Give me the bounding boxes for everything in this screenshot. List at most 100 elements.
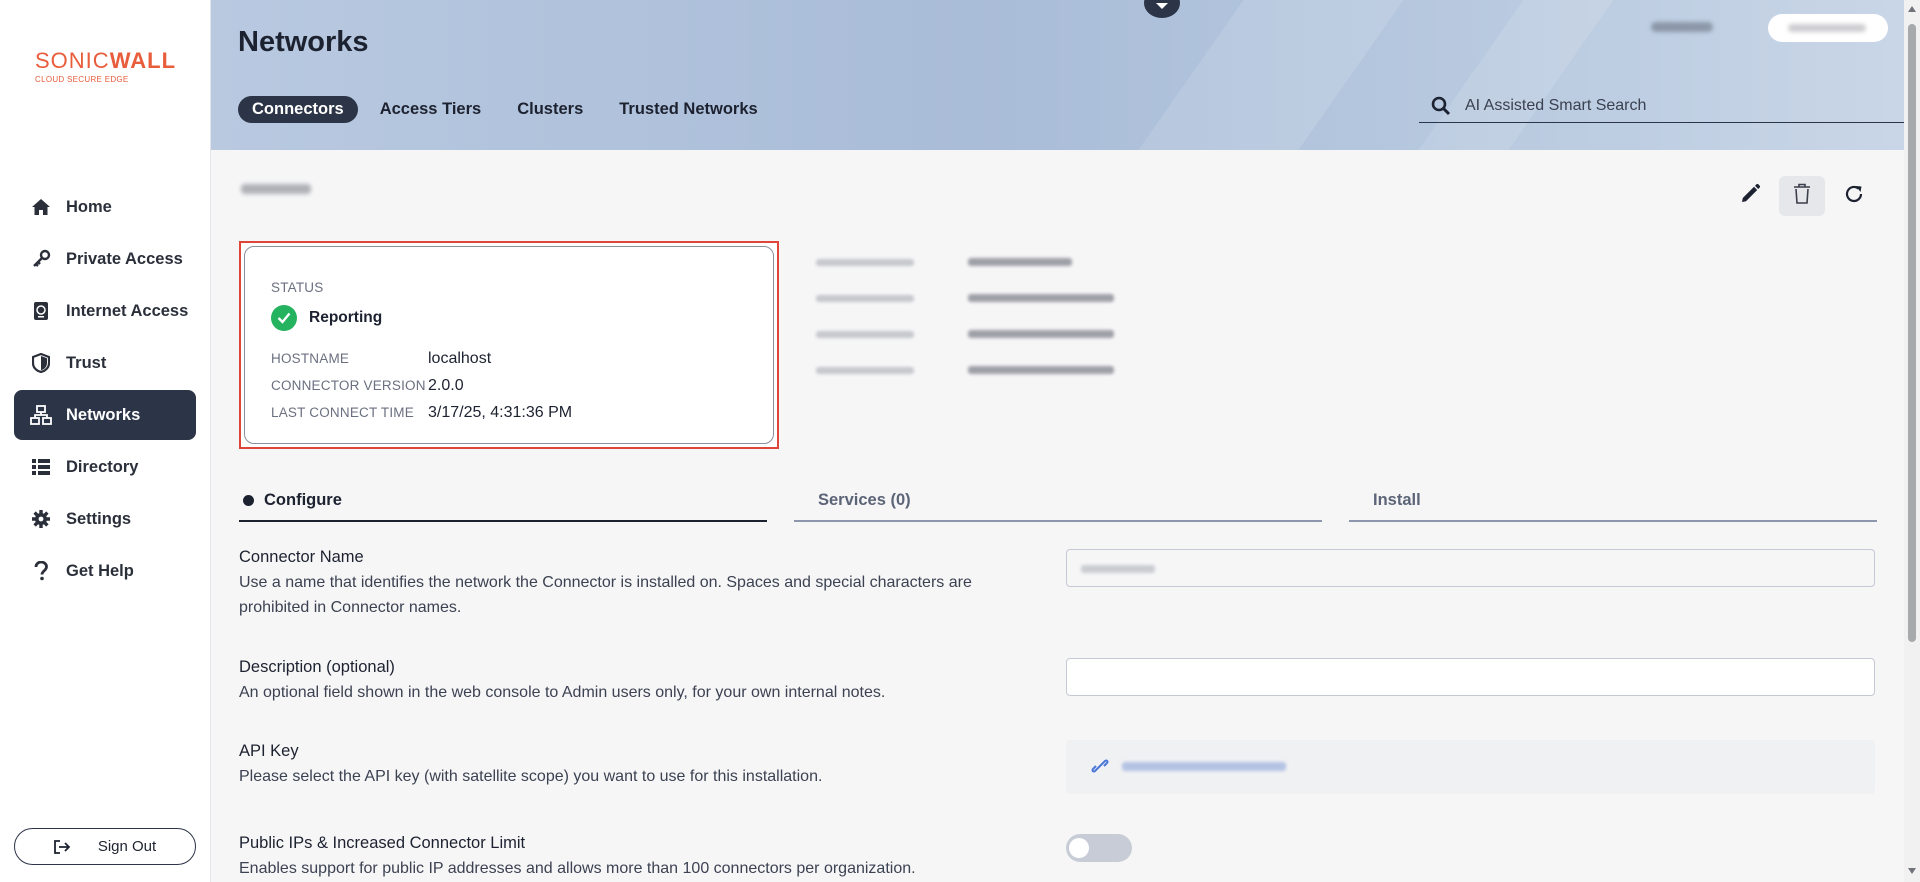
question-icon (30, 560, 52, 582)
globe-tablet-icon (30, 300, 52, 322)
tab-clusters[interactable]: Clusters (503, 96, 597, 123)
hostname-label: HOSTNAME (271, 351, 350, 366)
refresh-icon (1843, 183, 1865, 210)
header-collapse-toggle[interactable] (1144, 0, 1180, 18)
sidebar: SONICWALL CLOUD SECURE EDGE Home Private… (0, 0, 211, 882)
sidebar-item-networks[interactable]: Networks (14, 390, 196, 440)
tab-services[interactable]: Services (0) (794, 480, 1322, 522)
sign-out-icon (53, 839, 70, 854)
tab-label: Services (0) (818, 490, 911, 509)
user-name-redacted (1788, 24, 1866, 32)
sidebar-item-internet-access[interactable]: Internet Access (14, 286, 196, 336)
last-connect-label: LAST CONNECT TIME (271, 405, 414, 420)
sidebar-item-trust[interactable]: Trust (14, 338, 196, 388)
page-scrollbar[interactable] (1904, 0, 1920, 882)
sidebar-item-label: Trust (66, 353, 107, 372)
status-card: STATUS Reporting HOSTNAME localhost CONN… (239, 241, 779, 449)
page-title: Networks (238, 26, 369, 58)
connector-actions (1721, 176, 1877, 216)
user-menu[interactable] (1768, 14, 1888, 42)
api-key-description: Please select the API key (with satellit… (239, 768, 823, 785)
sidebar-nav: Home Private Access Internet Access Trus… (14, 182, 196, 598)
connector-name-field[interactable] (1066, 549, 1875, 587)
connector-version-row: CONNECTOR VERSION 2.0.0 (271, 377, 464, 395)
meta-key (816, 258, 914, 266)
sidebar-item-directory[interactable]: Directory (14, 442, 196, 492)
pencil-icon (1739, 183, 1761, 210)
link-icon (1090, 758, 1110, 779)
sonicwall-logo[interactable]: SONICWALL CLOUD SECURE EDGE (35, 48, 176, 84)
connector-version-value: 2.0.0 (428, 377, 464, 394)
connector-title-redacted (241, 184, 311, 194)
api-key-name-redacted (1122, 762, 1286, 771)
header-tabs: Connectors Access Tiers Clusters Trusted… (238, 96, 780, 123)
sign-out-label: Sign Out (97, 838, 157, 855)
status-row: Reporting (271, 305, 382, 331)
connector-name-redacted (1081, 565, 1155, 573)
edit-button[interactable] (1727, 176, 1773, 216)
meta-value (968, 294, 1114, 302)
home-icon (30, 196, 52, 218)
last-connect-value: 3/17/25, 4:31:36 PM (428, 404, 573, 421)
connector-name-title: Connector Name (239, 548, 364, 566)
scroll-up-arrow-icon[interactable] (1908, 6, 1916, 12)
sidebar-item-home[interactable]: Home (14, 182, 196, 232)
org-name-redacted (1651, 22, 1713, 32)
meta-value (968, 330, 1114, 338)
meta-key (816, 330, 914, 338)
connector-version-label: CONNECTOR VERSION (271, 378, 426, 393)
connector-name-description: Use a name that identifies the network t… (239, 574, 972, 616)
meta-value (968, 258, 1072, 266)
delete-button[interactable] (1779, 176, 1825, 216)
search-icon (1431, 96, 1451, 116)
public-ips-title: Public IPs & Increased Connector Limit (239, 834, 526, 852)
active-dot-icon (243, 494, 254, 506)
page-header: Networks Connectors Access Tiers Cluster… (211, 0, 1904, 150)
sidebar-item-get-help[interactable]: Get Help (14, 546, 196, 596)
description-title: Description (optional) (239, 658, 395, 676)
public-ips-toggle[interactable] (1066, 834, 1132, 862)
gear-icon (30, 508, 52, 530)
hostname-row: HOSTNAME localhost (271, 350, 491, 368)
sidebar-item-label: Private Access (66, 249, 183, 268)
meta-key (816, 294, 914, 302)
meta-row (806, 244, 1114, 280)
logo-wordmark: SONICWALL (35, 48, 177, 73)
status-value: Reporting (309, 309, 383, 326)
section-tabs: Configure Services (0) Install (239, 480, 1879, 522)
tab-trusted-networks[interactable]: Trusted Networks (605, 96, 771, 123)
refresh-button[interactable] (1831, 176, 1877, 216)
tab-install[interactable]: Install (1349, 480, 1877, 522)
logo-tagline: CLOUD SECURE EDGE (35, 75, 129, 84)
tab-configure[interactable]: Configure (239, 480, 767, 522)
scrollbar-thumb[interactable] (1908, 24, 1916, 642)
sidebar-item-label: Settings (66, 509, 132, 528)
check-circle-icon (271, 305, 297, 331)
meta-value (968, 366, 1114, 374)
api-key-selector[interactable] (1066, 740, 1875, 794)
meta-row (806, 316, 1114, 352)
header-decoration (1138, 0, 1404, 150)
sign-out-button[interactable]: Sign Out (14, 828, 196, 865)
public-ips-description: Enables support for public IP addresses … (239, 860, 916, 877)
last-connect-row: LAST CONNECT TIME 3/17/25, 4:31:36 PM (271, 404, 572, 422)
status-label: STATUS (271, 280, 324, 295)
sidebar-item-label: Directory (66, 457, 139, 476)
sidebar-item-label: Internet Access (66, 301, 189, 320)
description-help: An optional field shown in the web conso… (239, 684, 886, 701)
api-key-title: API Key (239, 742, 299, 760)
smart-search (1419, 90, 1904, 123)
search-input[interactable] (1465, 97, 1885, 115)
hostname-value: localhost (428, 350, 492, 367)
sidebar-item-label: Home (66, 197, 112, 216)
tab-label: Install (1373, 490, 1421, 509)
sidebar-item-private-access[interactable]: Private Access (14, 234, 196, 284)
scroll-down-arrow-icon[interactable] (1908, 868, 1916, 874)
meta-key (816, 366, 914, 374)
description-field[interactable] (1066, 658, 1875, 696)
sidebar-item-settings[interactable]: Settings (14, 494, 196, 544)
tab-access-tiers[interactable]: Access Tiers (366, 96, 496, 123)
tab-connectors[interactable]: Connectors (238, 96, 358, 123)
sidebar-item-label: Networks (66, 405, 141, 424)
connector-metadata-redacted (806, 244, 1114, 388)
